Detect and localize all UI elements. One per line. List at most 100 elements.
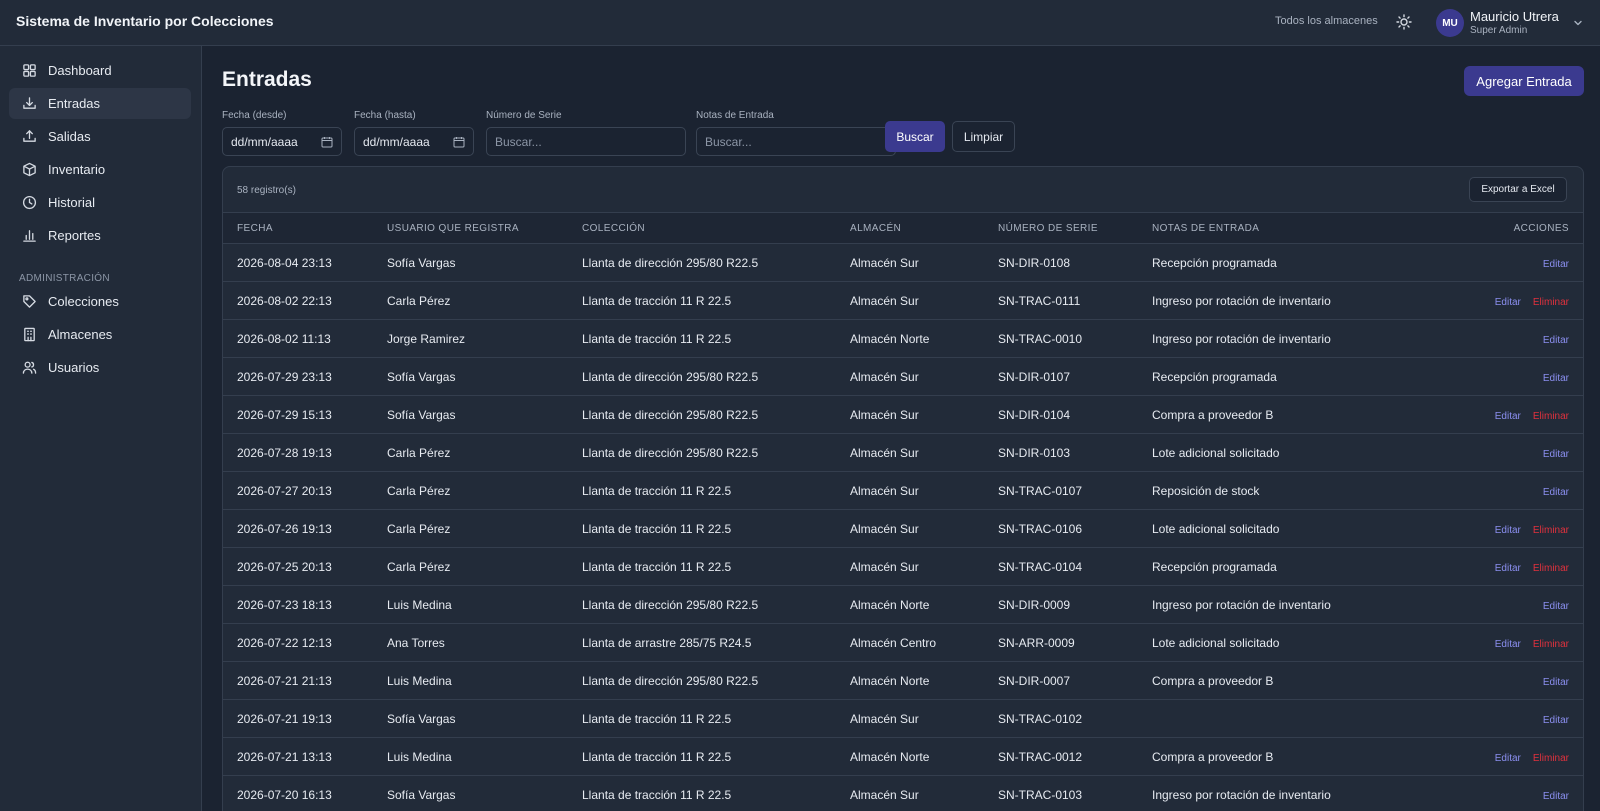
cell-usuario: Sofía Vargas (387, 699, 582, 738)
bar-chart-icon (21, 228, 37, 244)
delete-button[interactable]: Eliminar (1533, 297, 1569, 308)
edit-button[interactable]: Editar (1543, 487, 1569, 498)
sidebar-item-label: Reportes (48, 228, 101, 243)
add-entry-button[interactable]: Agregar Entrada (1464, 66, 1584, 96)
cell-notas: Compra a proveedor B (1152, 661, 1412, 700)
sidebar-item-almacenes[interactable]: Almacenes (9, 319, 191, 350)
top-bar: Sistema de Inventario por Colecciones To… (0, 0, 1600, 46)
edit-button[interactable]: Editar (1543, 715, 1569, 726)
cell-fecha: 2026-07-26 19:13 (223, 509, 387, 548)
sidebar-item-label: Almacenes (48, 327, 113, 342)
delete-button[interactable]: Eliminar (1533, 563, 1569, 574)
edit-button[interactable]: Editar (1543, 601, 1569, 612)
edit-button[interactable]: Editar (1543, 677, 1569, 688)
column-header-serie[interactable]: NÚMERO DE SERIE (998, 212, 1152, 244)
sidebar-item-dashboard[interactable]: Dashboard (9, 55, 191, 86)
cell-almacen: Almacén Sur (850, 509, 998, 548)
cell-acciones: Editar Eliminar (1412, 623, 1583, 662)
delete-button[interactable]: Eliminar (1533, 753, 1569, 764)
cell-notas: Ingreso por rotación de inventario (1152, 319, 1412, 358)
cell-serie: SN-TRAC-0107 (998, 471, 1152, 510)
sidebar-item-label: Usuarios (48, 360, 100, 375)
edit-button[interactable]: Editar (1543, 335, 1569, 346)
cell-notas: Ingreso por rotación de inventario (1152, 281, 1412, 320)
edit-button[interactable]: Editar (1495, 411, 1521, 422)
column-header-notas[interactable]: NOTAS DE ENTRADA (1152, 212, 1412, 244)
column-header-fecha[interactable]: FECHA (223, 212, 387, 244)
sidebar-item-entradas[interactable]: Entradas (9, 88, 191, 119)
cell-notas (1152, 699, 1412, 738)
user-role: Super Admin (1470, 25, 1528, 36)
cell-fecha: 2026-07-20 16:13 (223, 775, 387, 811)
date-from-filter: Fecha (desde) dd/mm/aaaa (222, 110, 342, 156)
cell-acciones: Editar (1412, 357, 1583, 396)
export-excel-button[interactable]: Exportar a Excel (1469, 177, 1567, 202)
cell-serie: SN-TRAC-0104 (998, 547, 1152, 586)
warehouse-scope[interactable]: Todos los almacenes (1275, 15, 1378, 27)
column-header-usuario[interactable]: USUARIO QUE REGISTRA (387, 212, 582, 244)
search-button[interactable]: Buscar (885, 121, 945, 152)
column-header-coleccion[interactable]: COLECCIÓN (582, 212, 850, 244)
clear-button[interactable]: Limpiar (952, 121, 1015, 152)
page-title: Entradas (222, 68, 312, 91)
date-to-input[interactable]: dd/mm/aaaa (354, 127, 474, 156)
edit-button[interactable]: Editar (1495, 639, 1521, 650)
cell-usuario: Ana Torres (387, 623, 582, 662)
table-row: 2026-07-22 12:13 Ana Torres Llanta de arra… (223, 623, 1583, 662)
cell-notas: Ingreso por rotación de inventario (1152, 585, 1412, 624)
cell-almacen: Almacén Sur (850, 547, 998, 586)
date-from-input[interactable]: dd/mm/aaaa (222, 127, 342, 156)
download-icon (21, 96, 37, 112)
cell-serie: SN-DIR-0007 (998, 661, 1152, 700)
entries-table: FECHA USUARIO QUE REGISTRA COLECCIÓN ALM… (223, 212, 1583, 811)
edit-button[interactable]: Editar (1495, 753, 1521, 764)
edit-button[interactable]: Editar (1543, 259, 1569, 270)
table-row: 2026-07-20 16:13 Sofía Vargas Llanta de tr… (223, 775, 1583, 811)
calendar-icon[interactable] (321, 136, 333, 148)
notes-filter: Notas de Entrada (696, 110, 896, 156)
sidebar-item-reportes[interactable]: Reportes (9, 220, 191, 251)
cell-usuario: Sofía Vargas (387, 243, 582, 282)
table-row: 2026-07-25 20:13 Carla Pérez Llanta de tra… (223, 547, 1583, 586)
cell-usuario: Carla Pérez (387, 509, 582, 548)
sidebar-item-usuarios[interactable]: Usuarios (9, 352, 191, 383)
cell-almacen: Almacén Sur (850, 395, 998, 434)
clock-icon (21, 195, 37, 211)
cell-coleccion: Llanta de tracción 11 R 22.5 (582, 547, 850, 586)
sidebar-item-historial[interactable]: Historial (9, 187, 191, 218)
cell-notas: Compra a proveedor B (1152, 737, 1412, 776)
edit-button[interactable]: Editar (1543, 373, 1569, 384)
cell-notas: Reposición de stock (1152, 471, 1412, 510)
cell-acciones: Editar (1412, 433, 1583, 472)
cell-almacen: Almacén Sur (850, 433, 998, 472)
theme-toggle-button[interactable] (1395, 13, 1413, 31)
cell-coleccion: Llanta de tracción 11 R 22.5 (582, 775, 850, 811)
sidebar-item-colecciones[interactable]: Colecciones (9, 286, 191, 317)
sidebar-item-inventario[interactable]: Inventario (9, 154, 191, 185)
delete-button[interactable]: Eliminar (1533, 639, 1569, 650)
cell-acciones: Editar (1412, 319, 1583, 358)
delete-button[interactable]: Eliminar (1533, 411, 1569, 422)
cell-acciones: Editar (1412, 585, 1583, 624)
cell-coleccion: Llanta de dirección 295/80 R22.5 (582, 395, 850, 434)
edit-button[interactable]: Editar (1543, 449, 1569, 460)
edit-button[interactable]: Editar (1495, 563, 1521, 574)
serial-search-input[interactable] (495, 134, 677, 149)
calendar-icon[interactable] (453, 136, 465, 148)
column-header-almacen[interactable]: ALMACÉN (850, 212, 998, 244)
cell-notas: Recepción programada (1152, 357, 1412, 396)
cell-almacen: Almacén Sur (850, 281, 998, 320)
sidebar-item-salidas[interactable]: Salidas (9, 121, 191, 152)
delete-button[interactable]: Eliminar (1533, 525, 1569, 536)
table-row: 2026-07-29 23:13 Sofía Vargas Llanta de di… (223, 357, 1583, 396)
edit-button[interactable]: Editar (1495, 525, 1521, 536)
user-menu[interactable]: MU Mauricio Utrera Super Admin (1436, 8, 1586, 38)
cell-notas: Ingreso por rotación de inventario (1152, 775, 1412, 811)
cell-coleccion: Llanta de dirección 295/80 R22.5 (582, 585, 850, 624)
edit-button[interactable]: Editar (1543, 791, 1569, 802)
cell-fecha: 2026-08-04 23:13 (223, 243, 387, 282)
notes-search-input[interactable] (705, 134, 887, 149)
cell-serie: SN-TRAC-0102 (998, 699, 1152, 738)
cell-serie: SN-DIR-0009 (998, 585, 1152, 624)
edit-button[interactable]: Editar (1495, 297, 1521, 308)
